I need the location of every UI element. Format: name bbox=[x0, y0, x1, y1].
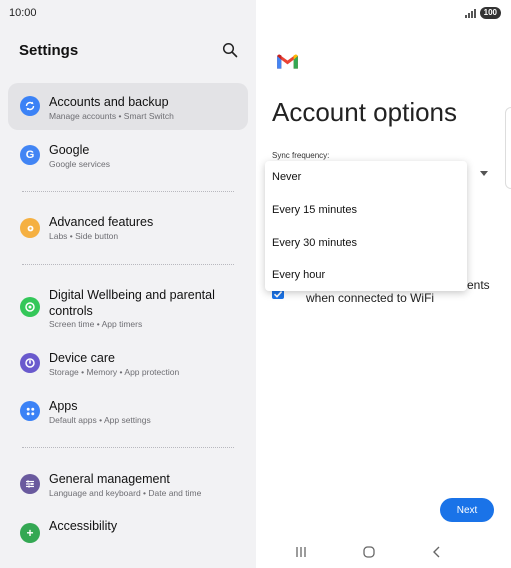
sync-icon bbox=[20, 96, 40, 116]
settings-item-subtitle: Storage • Memory • App protection bbox=[49, 367, 180, 377]
wellbeing-icon bbox=[20, 297, 40, 317]
next-button[interactable]: Next bbox=[440, 498, 494, 522]
sync-frequency-label: Sync frequency: bbox=[272, 151, 330, 160]
battery-indicator: 100 bbox=[479, 7, 501, 19]
settings-item-subtitle: Google services bbox=[49, 159, 110, 169]
settings-item-title: Accessibility bbox=[49, 519, 118, 533]
settings-item-digital-wellbeing[interactable]: Digital Wellbeing and parental controls … bbox=[8, 282, 248, 332]
settings-title: Settings bbox=[19, 42, 79, 59]
dropdown-caret-icon[interactable] bbox=[480, 171, 488, 176]
settings-panel: 10:00 Settings Accounts and backup Manag… bbox=[0, 0, 256, 568]
settings-item-title: General management bbox=[49, 472, 170, 486]
settings-item-title: Apps bbox=[49, 399, 78, 413]
accessibility-icon: + bbox=[20, 523, 40, 543]
settings-item-title: Google bbox=[49, 143, 90, 157]
settings-item-title: Digital Wellbeing and parental controls bbox=[49, 288, 215, 318]
section-divider bbox=[22, 447, 234, 448]
sync-option-hour[interactable]: Every hour bbox=[272, 269, 325, 281]
sync-option-never[interactable]: Never bbox=[272, 171, 301, 183]
settings-item-accounts-and-backup[interactable]: Accounts and backup Manage accounts • Sm… bbox=[8, 83, 248, 130]
google-g-icon: G bbox=[20, 145, 40, 165]
settings-item-google[interactable]: G Google Google services bbox=[8, 136, 248, 178]
back-icon[interactable] bbox=[430, 545, 444, 559]
section-divider bbox=[22, 191, 234, 192]
settings-item-subtitle: Language and keyboard • Date and time bbox=[49, 488, 202, 498]
advanced-gear-icon bbox=[20, 218, 40, 238]
status-time: 10:00 bbox=[9, 7, 37, 19]
settings-item-subtitle: Labs • Side button bbox=[49, 231, 119, 241]
sync-option-30-minutes[interactable]: Every 30 minutes bbox=[272, 237, 357, 249]
search-icon[interactable] bbox=[222, 42, 238, 58]
sync-frequency-dropdown: Never Every 15 minutes Every 30 minutes … bbox=[265, 161, 467, 291]
settings-item-title: Accounts and backup bbox=[49, 95, 169, 109]
page-title: Account options bbox=[272, 97, 458, 127]
settings-item-title: Advanced features bbox=[49, 215, 154, 229]
side-panel-edge bbox=[505, 107, 511, 189]
home-icon[interactable] bbox=[362, 545, 376, 559]
settings-item-general-management[interactable]: General management Language and keyboard… bbox=[8, 464, 248, 504]
settings-item-title: Device care bbox=[49, 351, 115, 365]
settings-item-apps[interactable]: Apps Default apps • App settings bbox=[8, 392, 248, 432]
recent-apps-icon[interactable] bbox=[294, 545, 308, 559]
settings-item-subtitle: Screen time • App timers bbox=[49, 319, 143, 329]
status-icons: 100 bbox=[464, 7, 501, 19]
settings-item-subtitle: Default apps • App settings bbox=[49, 415, 151, 425]
settings-item-device-care[interactable]: Device care Storage • Memory • App prote… bbox=[8, 344, 248, 384]
sliders-icon bbox=[20, 474, 40, 494]
sync-option-15-minutes[interactable]: Every 15 minutes bbox=[272, 204, 357, 216]
checkbox-label-line2: when connected to WiFi bbox=[306, 291, 435, 305]
settings-item-accessibility[interactable]: + Accessibility bbox=[8, 512, 248, 552]
apps-grid-icon bbox=[20, 401, 40, 421]
settings-item-advanced-features[interactable]: Advanced features Labs • Side button bbox=[8, 208, 248, 248]
settings-item-subtitle: Manage accounts • Smart Switch bbox=[49, 111, 174, 121]
checkbox-label-line1: ents bbox=[467, 278, 490, 292]
gmail-logo-icon bbox=[277, 54, 298, 69]
signal-icon bbox=[464, 8, 476, 18]
section-divider bbox=[22, 264, 234, 265]
device-care-icon bbox=[20, 353, 40, 373]
